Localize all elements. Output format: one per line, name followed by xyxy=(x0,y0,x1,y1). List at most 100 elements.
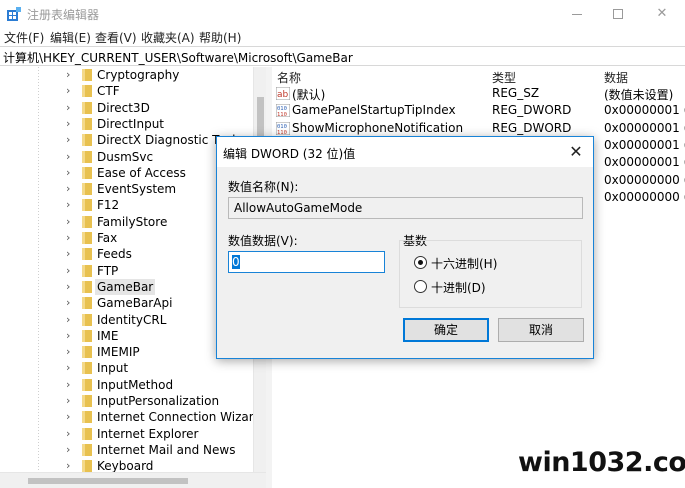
tree-item-label: IME xyxy=(97,328,119,343)
value-type: REG_DWORD xyxy=(492,120,572,135)
tree-item[interactable]: › Internet Explorer xyxy=(0,426,266,442)
menu-help[interactable]: 帮助(H) xyxy=(199,29,241,46)
tree-item[interactable]: › Cryptography xyxy=(0,67,266,83)
value-row[interactable]: 010 110 GamePanelStartupTipIndex REG_DWORD 0… xyxy=(272,102,685,119)
dialog-close-button[interactable]: ✕ xyxy=(566,143,586,161)
ok-button[interactable]: 确定 xyxy=(403,318,489,342)
tree-item[interactable]: › Direct3D xyxy=(0,100,266,116)
folder-icon xyxy=(82,248,92,261)
maximize-icon xyxy=(613,9,623,19)
value-type: REG_DWORD xyxy=(492,103,572,118)
value-data-input[interactable]: 0 xyxy=(228,251,385,273)
chevron-right-icon[interactable]: › xyxy=(66,427,70,440)
chevron-right-icon[interactable]: › xyxy=(66,443,70,456)
tree-item-label: Direct3D xyxy=(97,100,150,115)
radio-hexadecimal[interactable] xyxy=(414,256,427,269)
chevron-right-icon[interactable]: › xyxy=(66,215,70,228)
watermark: win1032.com xyxy=(514,445,685,488)
value-data: 0x00000001 (1 xyxy=(604,120,685,135)
tree-item-label: InputPersonalization xyxy=(97,394,220,408)
dialog-title-bar: 编辑 DWORD (32 位)值 ✕ xyxy=(217,137,593,167)
tree-item-label: Internet Mail and News xyxy=(97,442,236,457)
chevron-right-icon[interactable]: › xyxy=(66,182,70,195)
folder-icon xyxy=(82,378,92,391)
tree-item[interactable]: › DirectInput xyxy=(0,116,266,132)
chevron-right-icon[interactable]: › xyxy=(66,280,70,293)
folder-icon xyxy=(82,297,92,310)
address-path[interactable]: 计算机\HKEY_CURRENT_USER\Software\Microsoft… xyxy=(3,49,353,66)
chevron-right-icon[interactable]: › xyxy=(66,150,70,163)
radio-hexadecimal-label[interactable]: 十六进制(H) xyxy=(431,255,497,272)
chevron-right-icon[interactable]: › xyxy=(66,133,70,146)
column-header-name[interactable]: 名称 xyxy=(277,69,301,86)
chevron-right-icon[interactable]: › xyxy=(66,84,70,97)
menu-bar: 文件(F) 编辑(E) 查看(V) 收藏夹(A) 帮助(H) xyxy=(0,28,685,46)
chevron-right-icon[interactable]: › xyxy=(66,378,70,391)
chevron-right-icon[interactable]: › xyxy=(66,459,70,472)
folder-icon xyxy=(82,313,92,326)
folder-icon xyxy=(82,411,92,424)
menu-favorites[interactable]: 收藏夹(A) xyxy=(141,29,195,46)
value-row[interactable]: ab (默认) REG_SZ (数值未设置) xyxy=(272,85,685,102)
folder-icon xyxy=(82,395,92,407)
tree-item[interactable]: › Input xyxy=(0,360,266,376)
edit-dword-dialog: 编辑 DWORD (32 位)值 ✕ 数值名称(N): AllowAutoGam… xyxy=(216,136,594,359)
radio-decimal[interactable] xyxy=(414,280,427,293)
folder-icon xyxy=(82,215,92,228)
cancel-button[interactable]: 取消 xyxy=(498,318,584,342)
minimize-button[interactable] xyxy=(547,0,593,28)
radio-decimal-label[interactable]: 十进制(D) xyxy=(431,279,486,296)
value-data: 0x00000001 (1 xyxy=(604,103,685,118)
chevron-right-icon[interactable]: › xyxy=(66,394,70,407)
chevron-right-icon[interactable]: › xyxy=(66,345,70,358)
chevron-right-icon[interactable]: › xyxy=(66,313,70,326)
base-groupbox xyxy=(399,240,582,308)
column-header-type[interactable]: 类型 xyxy=(492,69,516,86)
value-data: 0x00000001 (1 xyxy=(604,155,685,170)
tree-item-label: EventSystem xyxy=(97,182,177,197)
value-row[interactable]: 010 110 ShowMicrophoneNotification REG_DWOR… xyxy=(272,120,685,137)
close-button[interactable]: ✕ xyxy=(639,0,685,28)
tree-item[interactable]: › InputMethod xyxy=(0,377,266,393)
chevron-right-icon[interactable]: › xyxy=(66,296,70,309)
menu-edit[interactable]: 编辑(E) xyxy=(50,29,91,46)
chevron-right-icon[interactable]: › xyxy=(66,117,70,130)
menu-file[interactable]: 文件(F) xyxy=(4,29,44,46)
chevron-right-icon[interactable]: › xyxy=(66,247,70,260)
chevron-right-icon[interactable]: › xyxy=(66,166,70,179)
tree-horizontal-scrollbar[interactable] xyxy=(0,472,266,488)
chevron-right-icon[interactable]: › xyxy=(66,410,70,423)
column-header-data[interactable]: 数据 xyxy=(604,69,628,86)
tree-item[interactable]: › Internet Mail and News xyxy=(0,442,266,458)
chevron-right-icon[interactable]: › xyxy=(66,361,70,374)
value-name-field: AllowAutoGameMode xyxy=(228,197,583,219)
value-name: (默认) xyxy=(292,88,326,102)
tree-item[interactable]: › Internet Connection Wizard xyxy=(0,409,266,425)
svg-text:110: 110 xyxy=(277,112,287,117)
tree-item-label: GameBarApi xyxy=(97,296,173,311)
chevron-right-icon[interactable]: › xyxy=(66,329,70,342)
tree-horizontal-scroll-thumb[interactable] xyxy=(28,478,188,484)
value-data: (数值未设置) xyxy=(604,88,674,102)
tree-item-label: Feeds xyxy=(97,247,132,262)
folder-icon xyxy=(82,280,92,293)
tree-item-label: Fax xyxy=(97,231,118,245)
chevron-right-icon[interactable]: › xyxy=(66,68,70,81)
tree-item-label: GameBar xyxy=(95,278,156,295)
folder-icon xyxy=(82,232,92,244)
chevron-right-icon[interactable]: › xyxy=(66,231,70,244)
tree-item[interactable]: › CTF xyxy=(0,83,266,99)
registry-editor-icon xyxy=(7,7,21,21)
menu-view[interactable]: 查看(V) xyxy=(95,29,137,46)
folder-icon xyxy=(82,346,92,359)
tree-item-label: F12 xyxy=(97,198,120,213)
chevron-right-icon[interactable]: › xyxy=(66,264,70,277)
chevron-right-icon[interactable]: › xyxy=(66,198,70,211)
folder-icon xyxy=(82,427,92,440)
value-data: 0x00000000 (0 xyxy=(604,189,685,204)
folder-icon xyxy=(82,134,92,147)
tree-item[interactable]: › InputPersonalization xyxy=(0,393,266,409)
chevron-right-icon[interactable]: › xyxy=(66,101,70,114)
folder-icon xyxy=(82,264,92,277)
address-bar[interactable]: 计算机\HKEY_CURRENT_USER\Software\Microsoft… xyxy=(0,46,685,66)
